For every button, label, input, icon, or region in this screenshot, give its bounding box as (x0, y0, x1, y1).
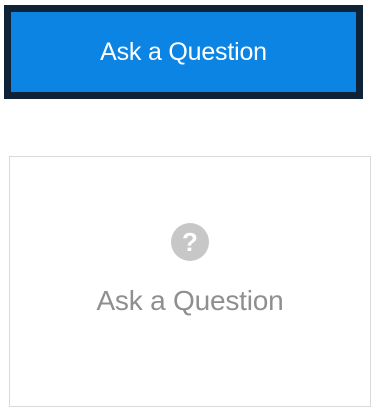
ask-question-card[interactable]: ? Ask a Question (9, 156, 371, 407)
page: Ask a Question ? Ask a Question (0, 0, 373, 411)
ask-question-card-label: Ask a Question (96, 285, 284, 316)
question-circle-icon: ? (171, 223, 209, 261)
ask-question-button[interactable]: Ask a Question (4, 5, 363, 99)
